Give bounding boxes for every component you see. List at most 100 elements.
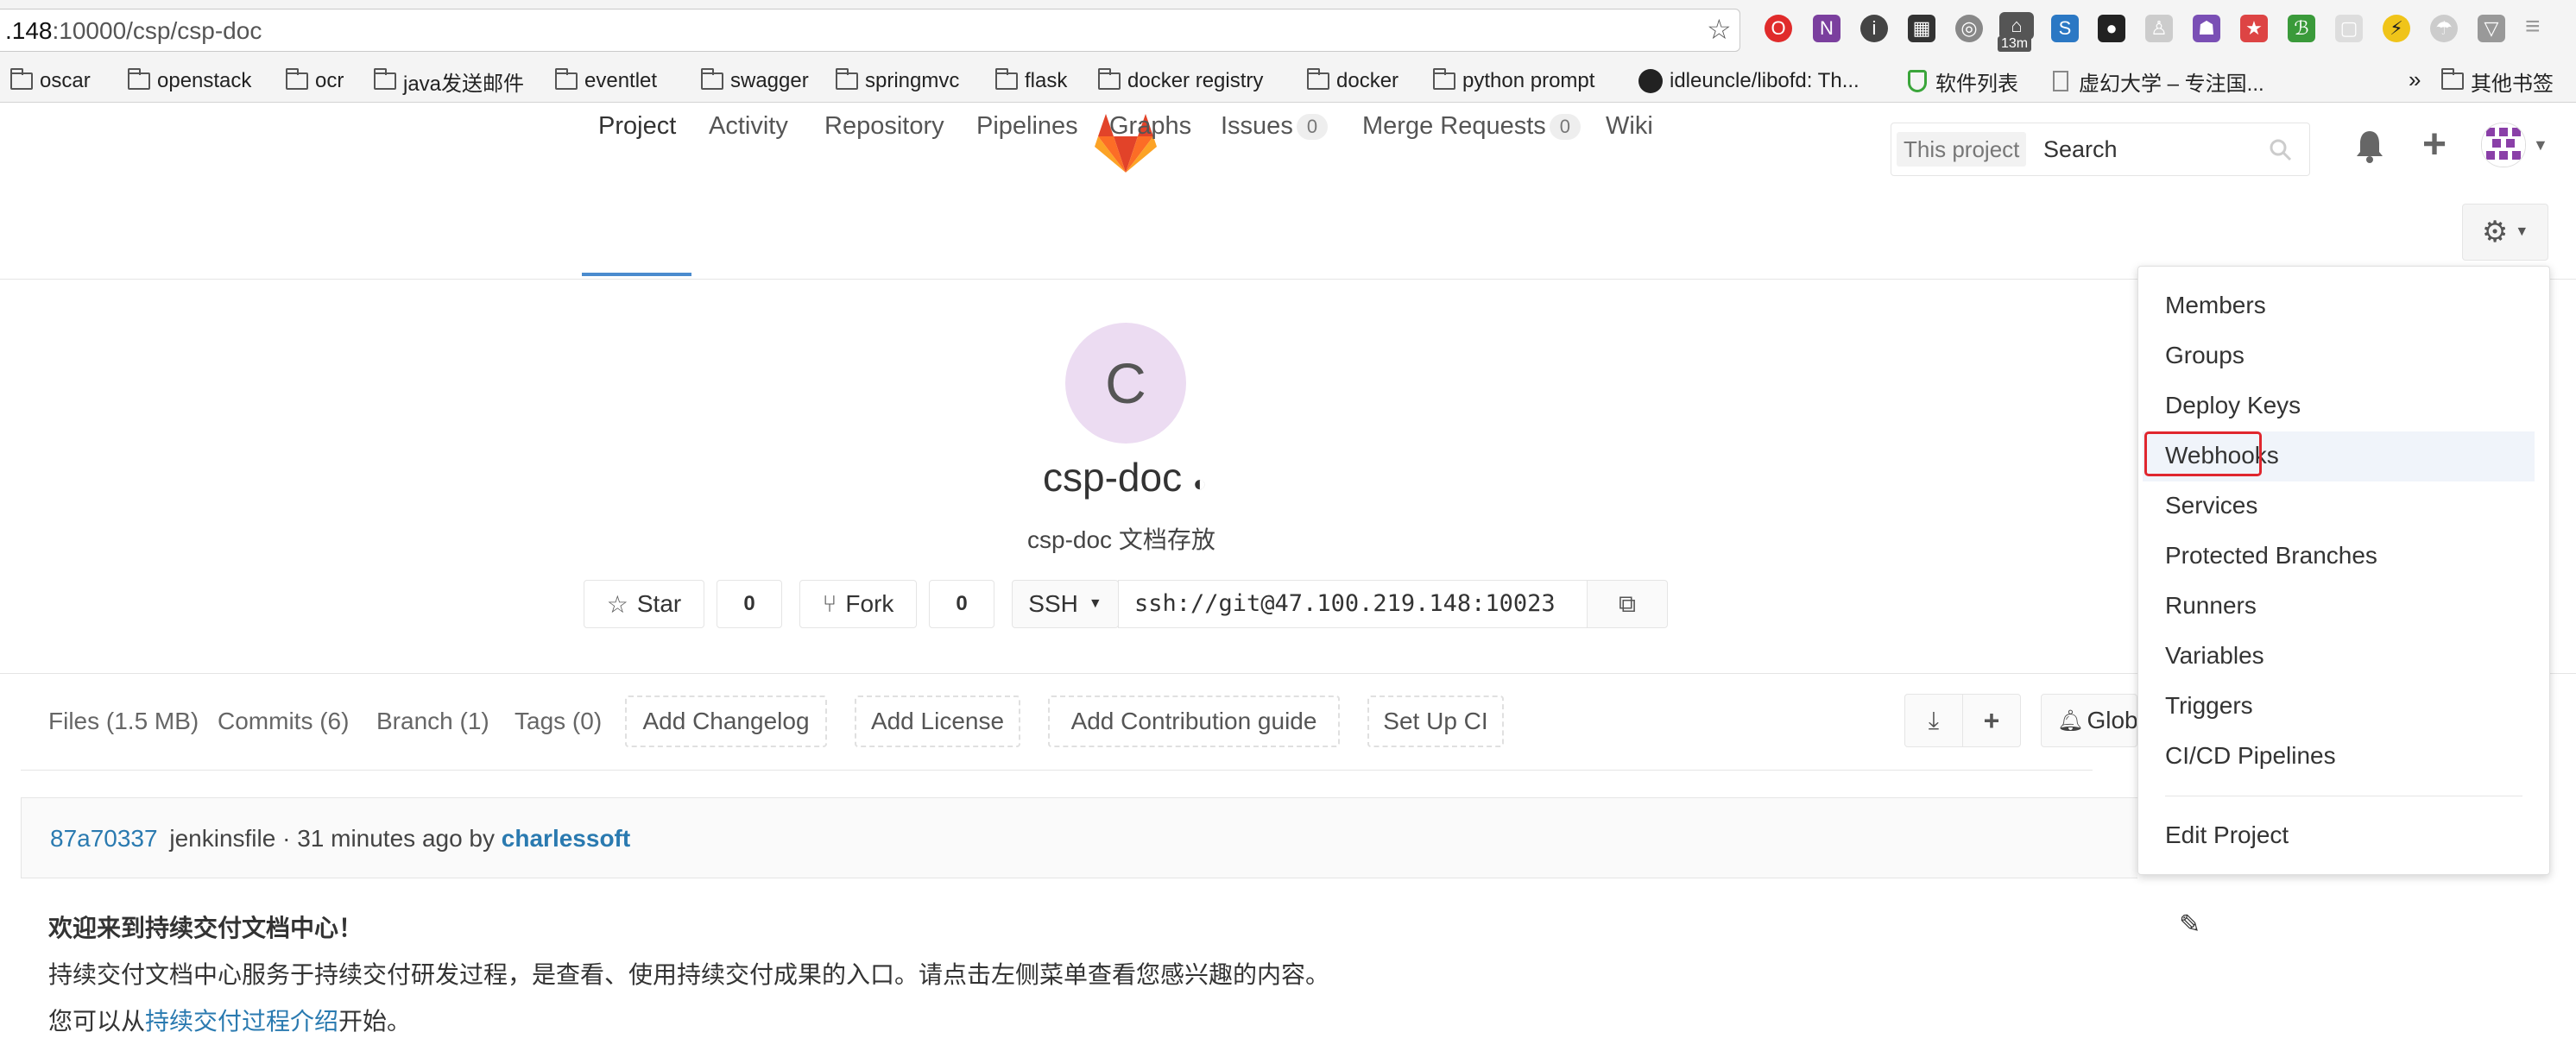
commit-author-link[interactable]: charlessoft (502, 825, 630, 852)
menu-item-deploy-keys[interactable]: Deploy Keys (2165, 392, 2301, 419)
chevron-down-icon: ▼ (2515, 224, 2529, 239)
gear-icon: ⚙ (2481, 216, 2509, 249)
search-icon (2270, 139, 2292, 161)
onenote-extension-icon[interactable]: N (1813, 15, 1840, 42)
person-extension-icon[interactable]: ♙ (2145, 15, 2173, 42)
bookmark-folder[interactable]: python prompt (1433, 67, 1594, 95)
last-commit-line: 87a70337 jenkinsfile · 31 minutes ago by… (50, 825, 630, 853)
tab-wiki[interactable]: Wiki (1606, 112, 1653, 141)
setup-ci-button[interactable]: Set Up CI (1367, 695, 1504, 747)
fork-button[interactable]: ⑂ Fork (799, 580, 917, 628)
menu-item-variables[interactable]: Variables (2165, 642, 2264, 670)
clone-protocol-dropdown[interactable]: SSH ▼ (1012, 580, 1119, 628)
search-box[interactable]: This project Search (1891, 123, 2310, 176)
parachute-extension-icon[interactable]: ☂ (2430, 15, 2458, 42)
menu-icon[interactable]: ≡ (2525, 12, 2541, 41)
readme-line3: 您可以从持续交付过程介绍开始。 (48, 1008, 412, 1035)
search-scope-badge[interactable]: This project (1897, 132, 2027, 167)
settings-dropdown-button[interactable]: ⚙ ▼ (2462, 204, 2548, 261)
download-button[interactable]: ⤓ (1904, 694, 1963, 747)
menu-item-ci-cd-pipelines[interactable]: CI/CD Pipelines (2165, 742, 2336, 770)
other-bookmarks-folder[interactable]: 其他书签 (2441, 67, 2554, 96)
add-license-button[interactable]: Add License (855, 695, 1020, 747)
menu-item-groups[interactable]: Groups (2165, 342, 2245, 369)
ghost-extension-icon[interactable]: ● (2098, 15, 2125, 42)
star-count[interactable]: 0 (717, 580, 782, 628)
star-button[interactable]: ☆ Star (584, 580, 704, 628)
readme-intro-link[interactable]: 持续交付过程介绍 (145, 1008, 338, 1035)
tab-repository[interactable]: Repository (824, 112, 944, 141)
clone-url-input[interactable]: ssh://git@47.100.219.148:10023 (1118, 580, 1588, 628)
bookmarks-overflow-button[interactable]: » (2409, 66, 2421, 93)
user-avatar[interactable] (2481, 123, 2526, 167)
fork-icon: ⑂ (822, 590, 837, 617)
bookmark-link[interactable]: 虚幻大学 – 专注国... (2053, 67, 2264, 96)
tags-stat[interactable]: Tags (0) (515, 708, 602, 735)
bookmark-star-icon[interactable]: ☆ (1707, 13, 1732, 46)
bookmark-folder[interactable]: eventlet (555, 67, 657, 95)
menu-item-edit-project[interactable]: Edit Project (2165, 821, 2289, 849)
qr-extension-icon[interactable]: ▦ (1908, 15, 1935, 42)
bookmark-folder[interactable]: openstack (128, 67, 251, 95)
files-stat[interactable]: Files (1.5 MB) (48, 708, 199, 735)
folder-icon (1433, 68, 1455, 90)
copy-url-button[interactable]: ⧉ (1587, 580, 1668, 628)
bookmark-folder[interactable]: java发送邮件 (374, 67, 524, 96)
folder-icon (286, 68, 308, 90)
user-menu-caret-icon[interactable]: ▼ (2533, 136, 2548, 154)
bookmark-red-extension-icon[interactable]: ★ (2240, 15, 2268, 42)
v-extension-icon[interactable]: ▽ (2478, 15, 2505, 42)
bookmark-folder[interactable]: springmvc (836, 67, 959, 95)
tab-graphs[interactable]: Graphs (1109, 112, 1191, 141)
project-description: csp-doc 文档存放 (1027, 526, 1215, 553)
tab-issues[interactable]: Issues 0 (1221, 112, 1329, 141)
menu-item-runners[interactable]: Runners (2165, 592, 2257, 620)
fork-count[interactable]: 0 (929, 580, 994, 628)
square-extension-icon[interactable]: ▢ (2335, 15, 2363, 42)
info-extension-icon[interactable]: i (1860, 15, 1888, 42)
bell-icon: 🔔︎ (2057, 708, 2084, 733)
leaf-extension-icon[interactable]: ℬ (2288, 15, 2315, 42)
bookmark-folder[interactable]: oscar (10, 67, 91, 95)
commit-sha-link[interactable]: 87a70337 (50, 825, 158, 852)
lightning-extension-icon[interactable]: ⚡ (2383, 15, 2410, 42)
folder-icon (995, 68, 1018, 90)
branch-stat[interactable]: Branch (1) (376, 708, 489, 735)
tab-merge-requests[interactable]: Merge Requests 0 (1362, 112, 1582, 141)
add-contribution-guide-button[interactable]: Add Contribution guide (1048, 695, 1340, 747)
new-item-plus-icon[interactable]: + (2422, 121, 2447, 168)
url-text: .148:10000/csp/csp-doc (5, 17, 262, 44)
bookmark-folder[interactable]: docker registry (1098, 67, 1263, 95)
star-icon: ☆ (606, 590, 628, 618)
menu-item-services[interactable]: Services (2165, 492, 2257, 519)
globe-extension-icon[interactable]: ◎ (1955, 15, 1983, 42)
add-file-button[interactable]: + (1962, 694, 2021, 747)
opera-extension-icon[interactable]: O (1765, 15, 1792, 42)
menu-item-protected-branches[interactable]: Protected Branches (2165, 542, 2377, 570)
bookmark-folder[interactable]: flask (995, 67, 1067, 95)
menu-item-triggers[interactable]: Triggers (2165, 692, 2253, 720)
add-changelog-button[interactable]: Add Changelog (625, 695, 827, 747)
readme-title: 欢迎来到持续交付文档中心！ (48, 915, 363, 941)
folder-icon (10, 68, 33, 90)
commits-stat[interactable]: Commits (6) (218, 708, 349, 735)
cat-extension-icon[interactable]: ☗ (2193, 15, 2220, 42)
bookmark-folder[interactable]: swagger (701, 67, 809, 95)
folder-icon (1098, 68, 1121, 90)
tab-activity[interactable]: Activity (709, 112, 788, 141)
identicon-icon (2482, 123, 2525, 167)
s-extension-icon[interactable]: S (2051, 15, 2079, 42)
url-field[interactable]: .148:10000/csp/csp-doc ☆ (0, 9, 1740, 52)
tab-pipelines[interactable]: Pipelines (976, 112, 1078, 141)
menu-item-members[interactable]: Members (2165, 292, 2266, 319)
notification-level-button[interactable]: 🔔︎ Glob (2041, 694, 2137, 747)
edit-readme-pencil-icon[interactable]: ✎ (2179, 909, 2200, 940)
bookmark-folder[interactable]: ocr (286, 67, 344, 95)
bookmark-link[interactable]: idleuncle/libofd: Th... (1638, 67, 1859, 95)
download-icon: ⤓ (1928, 706, 1940, 733)
notifications-bell-icon[interactable] (2355, 129, 2384, 164)
bookmark-link[interactable]: 软件列表 (1908, 67, 2018, 96)
bookmark-folder[interactable]: docker (1307, 67, 1398, 95)
search-input[interactable]: Search (2043, 136, 2118, 163)
tab-project[interactable]: Project (598, 112, 676, 141)
